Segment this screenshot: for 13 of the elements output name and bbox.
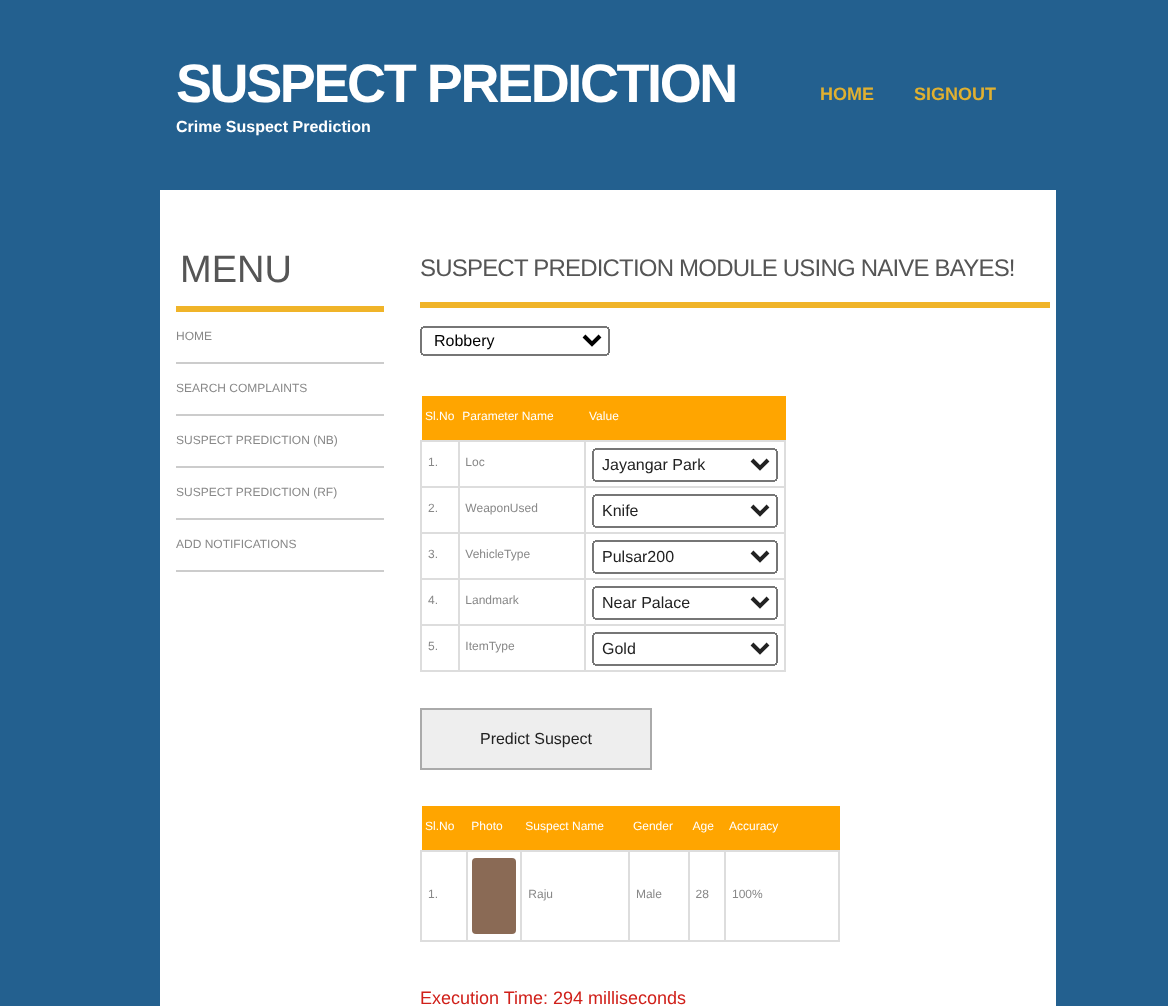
- value-dropdown[interactable]: Gold: [592, 631, 778, 665]
- site-title: SUSPECT PREDICTION: [176, 52, 736, 116]
- value-dropdown[interactable]: Knife: [592, 493, 778, 527]
- page-heading: SUSPECT PREDICTION MODULE USING NAIVE BAYES!: [420, 252, 1015, 286]
- menu-title: MENU: [178, 250, 294, 296]
- crime-type-dropdown[interactable]: Robbery: [420, 326, 610, 356]
- execution-time: Execution Time: 294 milliseconds: [420, 988, 689, 1006]
- value-dropdown[interactable]: Near Palace: [592, 585, 778, 619]
- predict-suspect-button[interactable]: Predict Suspect: [420, 708, 652, 770]
- site-subtitle: Crime Suspect Prediction: [176, 118, 373, 136]
- value-dropdown[interactable]: Pulsar200: [592, 539, 778, 573]
- photo-placeholder: [472, 858, 517, 934]
- value-dropdown[interactable]: Jayangar Park: [592, 447, 778, 481]
